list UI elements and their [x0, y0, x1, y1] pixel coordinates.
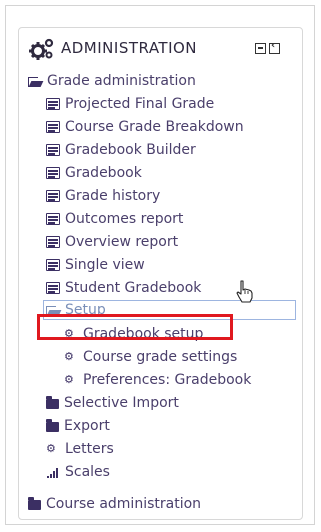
tree-item-letters[interactable]: ⚙ Letters — [46, 439, 114, 459]
gear-icon: ⚙ — [64, 350, 74, 363]
tree-item-label: Overview report — [65, 234, 179, 250]
folder-open-icon — [28, 77, 42, 87]
tree-item-label: Single view — [65, 257, 145, 273]
tree-item-label: Student Gradebook — [65, 280, 202, 296]
tree-item-scales[interactable]: Scales — [46, 462, 110, 482]
folder-icon — [46, 396, 59, 409]
tree-item-selective-import[interactable]: Selective Import — [46, 393, 179, 413]
tree-item-course-grade-breakdown[interactable]: Course Grade Breakdown — [46, 117, 244, 137]
gear-icon: ⚙ — [46, 442, 56, 455]
list-icon — [46, 259, 60, 271]
tree-item-label: Course Grade Breakdown — [65, 119, 244, 135]
cogs-icon — [29, 38, 54, 60]
tree-item-label: Gradebook Builder — [65, 142, 196, 158]
list-icon — [46, 190, 60, 202]
tree-item-gradebook[interactable]: Gradebook — [46, 163, 142, 183]
folder-icon — [46, 419, 59, 432]
list-icon — [46, 98, 60, 110]
tree-item-label: Course administration — [46, 496, 202, 512]
tree-item-grade-history[interactable]: Grade history — [46, 186, 160, 206]
minimize-icon[interactable] — [255, 43, 266, 54]
block-title: ADMINISTRATION — [61, 39, 198, 57]
tree-item-student-gradebook[interactable]: Student Gradebook — [46, 278, 201, 298]
tree-item-single-view[interactable]: Single view — [46, 255, 145, 275]
list-icon — [46, 121, 60, 133]
list-icon — [46, 144, 60, 156]
bars-icon — [46, 466, 60, 478]
tree-item-preferences-gradebook[interactable]: ⚙ Preferences: Gradebook — [64, 370, 251, 390]
tree-item-projected-final-grade[interactable]: Projected Final Grade — [46, 94, 214, 114]
tree-item-label: Grade administration — [47, 73, 196, 89]
tree-item-label: Preferences: Gradebook — [83, 372, 252, 388]
tree-item-course-grade-settings[interactable]: ⚙ Course grade settings — [64, 347, 237, 367]
panel-frame: ADMINISTRATION Grade administration Proj… — [5, 5, 315, 525]
tree-item-label: Letters — [65, 441, 114, 457]
tree-item-label: Gradebook — [65, 165, 142, 181]
administration-block: ADMINISTRATION Grade administration Proj… — [18, 27, 303, 520]
list-icon — [46, 236, 60, 248]
tree-item-label: Export — [64, 418, 110, 434]
tree-item-label: Selective Import — [64, 395, 179, 411]
tree-item-grade-administration[interactable]: Grade administration — [28, 71, 196, 91]
list-icon — [46, 167, 60, 179]
tree-item-course-administration[interactable]: Course administration — [28, 494, 201, 514]
tree-item-outcomes-report[interactable]: Outcomes report — [46, 209, 183, 229]
gear-icon: ⚙ — [64, 373, 74, 386]
highlight-box — [37, 314, 233, 340]
dock-icon[interactable] — [269, 40, 280, 54]
tree-item-label: Course grade settings — [83, 349, 238, 365]
tree-item-label: Outcomes report — [65, 211, 184, 227]
tree-item-overview-report[interactable]: Overview report — [46, 232, 178, 252]
list-icon — [46, 213, 60, 225]
tree-item-export[interactable]: Export — [46, 416, 110, 436]
list-icon — [46, 282, 60, 294]
folder-icon — [28, 497, 41, 510]
tree-item-label: Projected Final Grade — [65, 96, 215, 112]
block-header: ADMINISTRATION — [19, 28, 302, 73]
tree-item-label: Grade history — [65, 188, 161, 204]
hand-cursor-icon — [236, 280, 253, 303]
tree-item-label: Scales — [65, 464, 110, 480]
tree-item-gradebook-builder[interactable]: Gradebook Builder — [46, 140, 196, 160]
